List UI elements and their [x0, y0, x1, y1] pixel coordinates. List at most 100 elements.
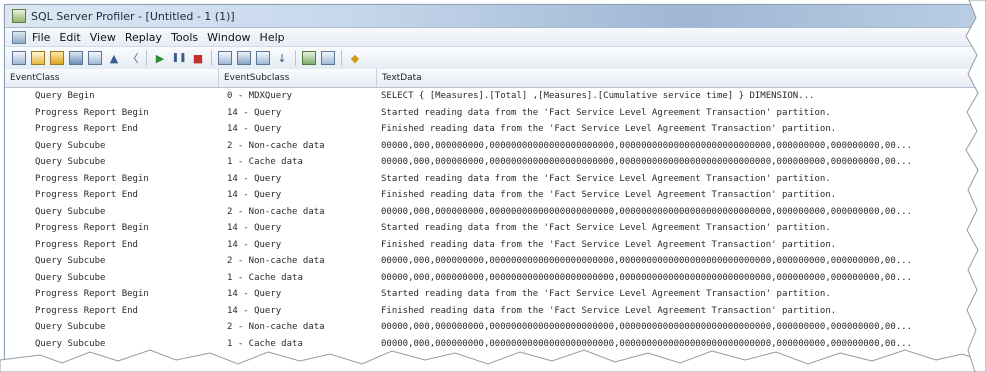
cell-eventsubclass: 2 - Non-cache data [227, 140, 325, 151]
cell-textdata: Started reading data from the 'Fact Serv… [381, 289, 831, 300]
properties-icon[interactable] [87, 50, 103, 66]
cell-eventclass: Progress Report Begin [35, 289, 149, 300]
cell-eventsubclass: 14 - Query [227, 289, 282, 300]
template-icon[interactable] [217, 50, 233, 66]
table-row[interactable]: Query Subcube 2 - Non-cache data 00000,000… [5, 253, 977, 270]
cell-eventsubclass: 2 - Non-cache data [227, 322, 325, 333]
scroll-icon[interactable]: ↓ [274, 50, 290, 66]
cell-textdata: 00000,000,000000000,00000000000000000000… [381, 157, 913, 168]
cell-textdata: 00000,000,000000000,00000000000000000000… [381, 140, 913, 151]
cell-eventclass: Progress Report End [35, 305, 138, 316]
help-icon[interactable]: ◆ [347, 50, 363, 66]
table-row[interactable]: Query Subcube 1 - Cache data 00000,000,000… [5, 270, 977, 287]
pause-icon[interactable]: ❚❚ [171, 50, 187, 66]
cell-eventsubclass: 2 - Non-cache data [227, 256, 325, 267]
table-row[interactable]: Progress Report Begin 14 - Query Started r… [5, 171, 977, 188]
toolbar-separator [341, 50, 342, 66]
table-row[interactable]: Query Subcube 1 - Cache data 00000,000,000… [5, 336, 977, 353]
cell-textdata: 00000,000,000000000,00000000000000000000… [381, 256, 913, 267]
cell-textdata: 00000,000,000000000,00000000000000000000… [381, 338, 913, 349]
menu-edit[interactable]: Edit [59, 31, 80, 44]
window-title: SQL Server Profiler - [Untitled - 1 (1)] [31, 9, 235, 23]
cell-eventclass: Progress Report Begin [35, 107, 149, 118]
cell-textdata: SELECT { [Measures].[Total] ,[Measures].… [381, 91, 815, 102]
cell-eventsubclass: 14 - Query [227, 124, 282, 135]
cell-textdata: Finished reading data from the 'Fact Ser… [381, 124, 837, 135]
cell-textdata: Started reading data from the 'Fact Serv… [381, 107, 831, 118]
table-row[interactable]: Progress Report End 14 - Query Finished re… [5, 121, 977, 138]
clear-icon[interactable]: 〈 [125, 50, 141, 66]
stop-icon[interactable]: ■ [190, 50, 206, 66]
table-row[interactable]: Progress Report End 14 - Query Finished re… [5, 303, 977, 320]
filter-icon[interactable] [255, 50, 271, 66]
run-icon[interactable]: ▶ [152, 50, 168, 66]
open-icon[interactable] [49, 50, 65, 66]
cell-eventclass: Query Begin [35, 91, 95, 102]
table-row[interactable]: Query Subcube 2 - Non-cache data 00000,000… [5, 204, 977, 221]
menu-view[interactable]: View [90, 31, 116, 44]
cell-eventsubclass: 1 - Cache data [227, 338, 303, 349]
cell-eventclass: Query Subcube [35, 272, 106, 283]
cell-eventsubclass: 14 - Query [227, 223, 282, 234]
cell-eventclass: Query Subcube [35, 256, 106, 267]
table-row[interactable]: Progress Report End 14 - Query Finished re… [5, 237, 977, 254]
toolbar-separator [295, 50, 296, 66]
column-header-eventclass[interactable]: EventClass [5, 69, 219, 87]
cell-eventsubclass: 0 - MDXQuery [227, 91, 293, 102]
table-row[interactable]: Progress Report Begin 14 - Query Started r… [5, 105, 977, 122]
cell-eventsubclass: 14 - Query [227, 239, 282, 250]
menu-tools[interactable]: Tools [171, 31, 198, 44]
toolbar: ▲ 〈 ▶ ❚❚ ■ ↓ ◆ [5, 47, 977, 70]
cell-eventclass: Query Subcube [35, 140, 106, 151]
cell-eventsubclass: 14 - Query [227, 190, 282, 201]
cell-textdata: Finished reading data from the 'Fact Ser… [381, 190, 837, 201]
profiler-app-icon [12, 9, 26, 23]
columns-icon[interactable] [236, 50, 252, 66]
performance-icon[interactable] [301, 50, 317, 66]
menu-bar: File Edit View Replay Tools Window Help [5, 28, 977, 47]
grid-header: EventClass EventSubclass TextData [5, 69, 977, 88]
cell-eventclass: Progress Report Begin [35, 173, 149, 184]
table-row[interactable]: Query Subcube 2 - Non-cache data 00000,000… [5, 138, 977, 155]
menu-window[interactable]: Window [207, 31, 250, 44]
cell-textdata: 00000,000,000000000,00000000000000000000… [381, 272, 913, 283]
cell-textdata: 00000,000,000000000,00000000000000000000… [381, 206, 913, 217]
cell-eventsubclass: 2 - Non-cache data [227, 206, 325, 217]
cell-eventclass: Progress Report End [35, 124, 138, 135]
table-row[interactable]: Progress Report End 14 - Query Finished re… [5, 187, 977, 204]
cell-textdata: Finished reading data from the 'Fact Ser… [381, 305, 837, 316]
table-row[interactable]: Query Begin 0 - MDXQuery SELECT { [Measure… [5, 88, 977, 105]
new-template-icon[interactable] [30, 50, 46, 66]
table-row[interactable]: Query Subcube 1 - Cache data 00000,000,000… [5, 154, 977, 171]
cell-eventclass: Query Subcube [35, 338, 106, 349]
toolbar-separator [146, 50, 147, 66]
column-header-textdata[interactable]: TextData [377, 69, 977, 87]
cell-eventsubclass: 14 - Query [227, 173, 282, 184]
cell-eventsubclass: 1 - Cache data [227, 157, 303, 168]
menu-file[interactable]: File [32, 31, 50, 44]
cell-eventclass: Query Subcube [35, 206, 106, 217]
menu-replay[interactable]: Replay [125, 31, 162, 44]
cell-textdata: 00000,000,000000000,00000000000000000000… [381, 322, 913, 333]
cell-eventclass: Query Subcube [35, 322, 106, 333]
menu-help[interactable]: Help [260, 31, 285, 44]
activity-icon[interactable] [320, 50, 336, 66]
find-icon[interactable]: ▲ [106, 50, 122, 66]
cell-eventclass: Progress Report End [35, 190, 138, 201]
save-icon[interactable] [68, 50, 84, 66]
trace-rows: Query Begin 0 - MDXQuery SELECT { [Measure… [5, 88, 977, 352]
document-icon[interactable] [12, 30, 26, 44]
table-row[interactable]: Progress Report Begin 14 - Query Started r… [5, 220, 977, 237]
table-row[interactable]: Query Subcube 2 - Non-cache data 00000,000… [5, 319, 977, 336]
cell-eventclass: Progress Report End [35, 239, 138, 250]
profiler-window: SQL Server Profiler - [Untitled - 1 (1)]… [4, 4, 978, 370]
cell-textdata: Started reading data from the 'Fact Serv… [381, 173, 831, 184]
trace-grid: EventClass EventSubclass TextData Query … [5, 69, 977, 369]
cell-eventsubclass: 1 - Cache data [227, 272, 303, 283]
toolbar-separator [211, 50, 212, 66]
table-row[interactable]: Progress Report Begin 14 - Query Started r… [5, 286, 977, 303]
cell-eventsubclass: 14 - Query [227, 305, 282, 316]
cell-textdata: Started reading data from the 'Fact Serv… [381, 223, 831, 234]
new-trace-icon[interactable] [11, 50, 27, 66]
column-header-eventsubclass[interactable]: EventSubclass [219, 69, 377, 87]
